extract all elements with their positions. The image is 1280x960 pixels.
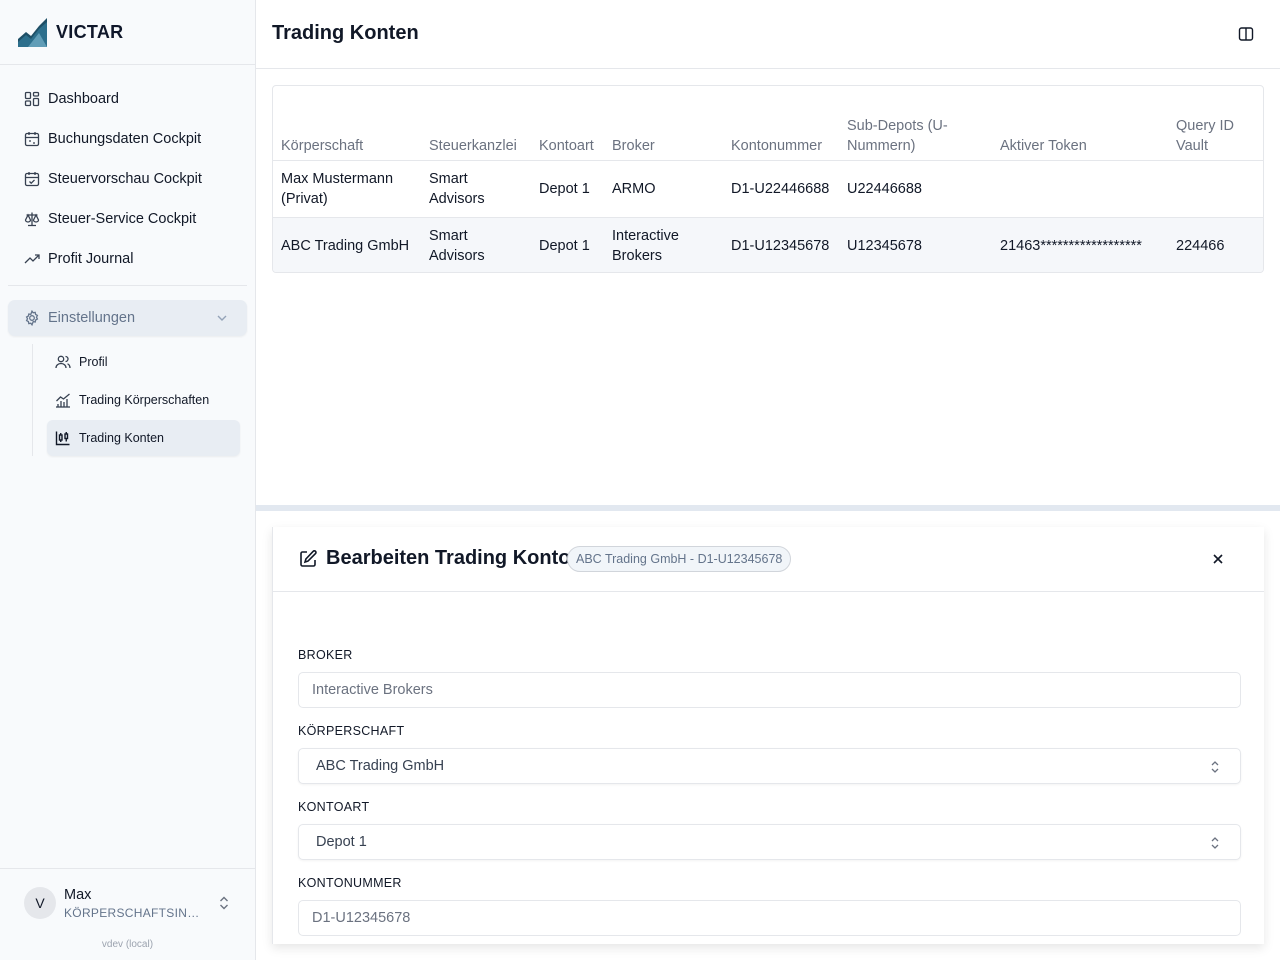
sidebar: VICTAR Dashboard Buchungsdaten Cockpit S… xyxy=(0,0,256,960)
nav-item-profit-journal[interactable]: Profit Journal xyxy=(8,239,247,279)
record-badge: ABC Trading GmbH - D1-U12345678 xyxy=(567,546,792,572)
kontoart-selected-value: Depot 1 xyxy=(316,834,367,850)
column-header[interactable]: Kontonummer xyxy=(723,86,839,160)
chevrons-up-down-icon[interactable] xyxy=(217,895,231,911)
victar-logo xyxy=(18,17,47,47)
nav-item-steuer-service[interactable]: Steuer-Service Cockpit xyxy=(8,199,247,239)
table-row-selected[interactable]: ABC Trading GmbH Smart Advisors Depot 1 … xyxy=(273,216,1263,272)
user-name: Max xyxy=(64,887,92,903)
nav-item-buchungsdaten[interactable]: Buchungsdaten Cockpit xyxy=(8,119,247,159)
subnav-item-label: Trading Körperschaften xyxy=(79,393,210,407)
column-header[interactable]: Kontoart xyxy=(531,86,604,160)
brand[interactable]: VICTAR xyxy=(0,0,255,65)
subnav-item-label: Profil xyxy=(79,355,108,369)
column-header[interactable]: Steuerkanzlei xyxy=(421,86,531,160)
nav-item-label: Dashboard xyxy=(48,91,119,107)
edit-trading-account-panel: Bearbeiten Trading Konto ABC Trading Gmb… xyxy=(272,527,1264,944)
chevrons-up-down-icon xyxy=(1208,759,1222,775)
cell-koerperschaft: Max Mustermann (Privat) xyxy=(273,159,421,217)
broker-field[interactable] xyxy=(298,672,1241,708)
candlestick-chart-icon xyxy=(55,430,71,446)
settings-label: Einstellungen xyxy=(48,310,136,326)
cell-kontonummer: D1-U22446688 xyxy=(723,159,839,217)
editor-title: Bearbeiten Trading Konto xyxy=(326,547,571,569)
table-header-row: Körperschaft Steuerkanzlei Kontoart Brok… xyxy=(273,86,1263,160)
avatar: V xyxy=(24,887,56,919)
page-title: Trading Konten xyxy=(272,22,419,44)
cell-koerperschaft: ABC Trading GmbH xyxy=(273,216,421,272)
trending-up-icon xyxy=(24,251,40,267)
subnav-item-trading-koerperschaften[interactable]: Trading Körperschaften xyxy=(47,382,240,418)
nav-item-label: Steuer-Service Cockpit xyxy=(48,211,197,227)
cell-aktiver-token: 21463****************** xyxy=(992,216,1168,272)
panel-toggle-icon[interactable] xyxy=(1238,26,1254,42)
cell-kontoart: Depot 1 xyxy=(531,159,604,217)
column-header[interactable]: Broker xyxy=(604,86,723,160)
subnav-item-profil[interactable]: Profil xyxy=(47,344,240,380)
kontonummer-label: KONTONUMMER xyxy=(298,876,402,890)
koerperschaft-label: KÖRPERSCHAFT xyxy=(298,724,405,738)
cell-steuerkanzlei: Smart Advisors xyxy=(421,159,531,217)
calendar-check-icon xyxy=(24,171,40,187)
subnav-item-label: Trading Konten xyxy=(79,431,165,445)
cell-query-id: 224466 xyxy=(1168,216,1263,272)
nav-item-steuervorschau[interactable]: Steuervorschau Cockpit xyxy=(8,159,247,199)
nav-item-label: Profit Journal xyxy=(48,251,134,267)
cell-sub-depots: U12345678 xyxy=(839,216,992,272)
cell-aktiver-token xyxy=(992,159,1168,217)
table-row[interactable]: Max Mustermann (Privat) Smart Advisors D… xyxy=(273,159,1263,217)
nav-item-label: Steuervorschau Cockpit xyxy=(48,171,202,187)
kontonummer-field[interactable] xyxy=(298,900,1241,936)
app-version: vdev (local) xyxy=(101,939,154,950)
nav-divider xyxy=(8,285,247,286)
user-role: KÖRPERSCHAFTSINHABER xyxy=(64,906,206,920)
trading-accounts-table: Körperschaft Steuerkanzlei Kontoart Brok… xyxy=(272,85,1264,273)
editor-header: Bearbeiten Trading Konto ABC Trading Gmb… xyxy=(273,527,1264,592)
column-header[interactable]: Aktiver Token xyxy=(992,86,1168,160)
nav-item-dashboard[interactable]: Dashboard xyxy=(8,79,247,119)
cell-steuerkanzlei: Smart Advisors xyxy=(421,216,531,272)
dashboard-icon xyxy=(24,91,40,107)
settings-toggle[interactable]: Einstellungen xyxy=(8,300,247,336)
brand-name: VICTAR xyxy=(56,21,124,42)
main-nav: Dashboard Buchungsdaten Cockpit Steuervo… xyxy=(0,65,255,286)
kontoart-select[interactable]: Depot 1 xyxy=(298,824,1241,860)
chart-line-icon xyxy=(55,392,71,408)
users-icon xyxy=(55,354,71,370)
settings-subnav: Profil Trading Körperschaften Trading Ko… xyxy=(32,344,240,456)
broker-label: BROKER xyxy=(298,648,353,662)
subnav-item-trading-konten[interactable]: Trading Konten xyxy=(47,420,240,456)
edit-icon xyxy=(298,549,318,569)
column-header[interactable]: Query ID Vault xyxy=(1168,86,1263,160)
kontoart-label: KONTOART xyxy=(298,800,370,814)
chevrons-up-down-icon xyxy=(1208,835,1222,851)
cell-kontonummer: D1-U12345678 xyxy=(723,216,839,272)
cell-query-id xyxy=(1168,159,1263,217)
koerperschaft-selected-value: ABC Trading GmbH xyxy=(316,758,445,774)
calendar-icon xyxy=(24,131,40,147)
koerperschaft-select[interactable]: ABC Trading GmbH xyxy=(298,748,1241,784)
gear-icon xyxy=(24,310,40,326)
cell-broker: Interactive Brokers xyxy=(604,216,723,272)
column-header[interactable]: Sub-Depots (U-Nummern) xyxy=(839,86,992,160)
main-content: Trading Konten Körperschaft Steuerkanzle… xyxy=(256,0,1280,960)
cell-broker: ARMO xyxy=(604,159,723,217)
close-icon[interactable] xyxy=(1210,551,1226,567)
nav-item-label: Buchungsdaten Cockpit xyxy=(48,131,202,147)
page-header: Trading Konten xyxy=(256,0,1280,69)
cell-sub-depots: U22446688 xyxy=(839,159,992,217)
user-menu[interactable]: V Max KÖRPERSCHAFTSINHABER vdev (local) xyxy=(0,868,255,960)
cell-kontoart: Depot 1 xyxy=(531,216,604,272)
chevron-down-icon xyxy=(215,311,229,325)
resize-handle[interactable] xyxy=(256,505,1280,511)
scale-icon xyxy=(24,211,40,227)
column-header[interactable]: Körperschaft xyxy=(273,86,421,160)
